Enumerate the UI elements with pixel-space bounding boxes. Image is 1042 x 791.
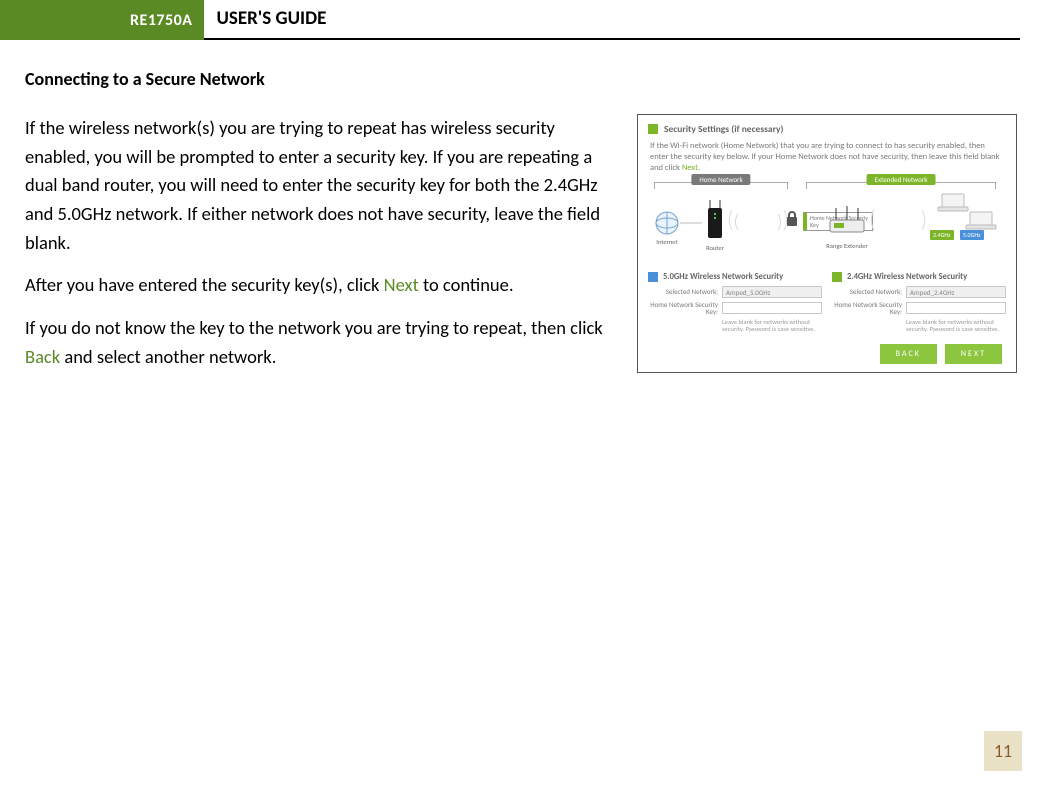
network-diagram: Home Network Extended Network Internet xyxy=(648,182,1006,266)
security-24ghz-column: 2.4GHz Wireless Network Security Selecte… xyxy=(832,272,1006,334)
model-number: RE1750A xyxy=(130,11,192,30)
internet-icon: Internet xyxy=(654,210,680,246)
section-heading: Connecting to a Secure Network xyxy=(25,68,1017,90)
range-extender-icon: Range Extender xyxy=(826,206,868,250)
paragraph-3: If you do not know the key to the networ… xyxy=(25,314,619,371)
security-5ghz-column: 5.0GHz Wireless Network Security Selecte… xyxy=(648,272,822,334)
model-badge: RE1750A xyxy=(0,0,204,40)
back-link: Back xyxy=(25,345,60,368)
wifi-signal-icon xyxy=(728,204,788,247)
extended-network-label: Extended Network xyxy=(867,174,936,185)
router-icon: Router xyxy=(704,198,726,252)
bullet-icon xyxy=(648,272,658,282)
security-key-24ghz-input[interactable] xyxy=(906,302,1006,314)
security-note: Leave blank for networks without securit… xyxy=(832,319,1006,334)
selected-network-label: Selected Network: xyxy=(832,288,902,295)
page-number: 11 xyxy=(984,731,1022,771)
figure-title: Security Settings (if necessary) xyxy=(664,123,783,135)
back-button[interactable]: BACK xyxy=(880,344,937,364)
band-24-tag: 2.4GHz xyxy=(930,230,954,240)
wifi-signal-icon xyxy=(870,204,926,247)
page-header: RE1750A USER'S GUIDE xyxy=(0,0,1042,40)
paragraph-1: If the wireless network(s) you are tryin… xyxy=(25,114,619,257)
bullet-icon xyxy=(832,272,842,282)
sec-5ghz-heading: 5.0GHz Wireless Network Security xyxy=(663,272,783,282)
security-key-5ghz-input[interactable] xyxy=(722,302,822,314)
security-note: Leave blank for networks without securit… xyxy=(648,319,822,334)
selected-network-5ghz[interactable]: Amped_5.0GHz xyxy=(722,286,822,298)
selected-network-label: Selected Network: xyxy=(648,288,718,295)
security-key-label: Home Network Security Key: xyxy=(832,301,902,316)
selected-network-24ghz[interactable]: Amped_2.4GHz xyxy=(906,286,1006,298)
next-link: Next xyxy=(384,273,419,296)
guide-title: USER'S GUIDE xyxy=(204,0,1020,40)
laptop-icon xyxy=(964,210,998,232)
security-key-label: Home Network Security Key: xyxy=(648,301,718,316)
sec-24ghz-heading: 2.4GHz Wireless Network Security xyxy=(847,272,967,282)
home-network-label: Home Network xyxy=(691,174,750,185)
body-text: If the wireless network(s) you are tryin… xyxy=(25,114,619,385)
security-settings-figure: Security Settings (if necessary) If the … xyxy=(637,114,1017,373)
paragraph-2: After you have entered the security key(… xyxy=(25,271,619,300)
bullet-icon xyxy=(648,124,658,134)
next-button[interactable]: NEXT xyxy=(945,344,1002,364)
lock-icon xyxy=(784,210,800,231)
page-content: Connecting to a Secure Network If the wi… xyxy=(0,40,1042,385)
